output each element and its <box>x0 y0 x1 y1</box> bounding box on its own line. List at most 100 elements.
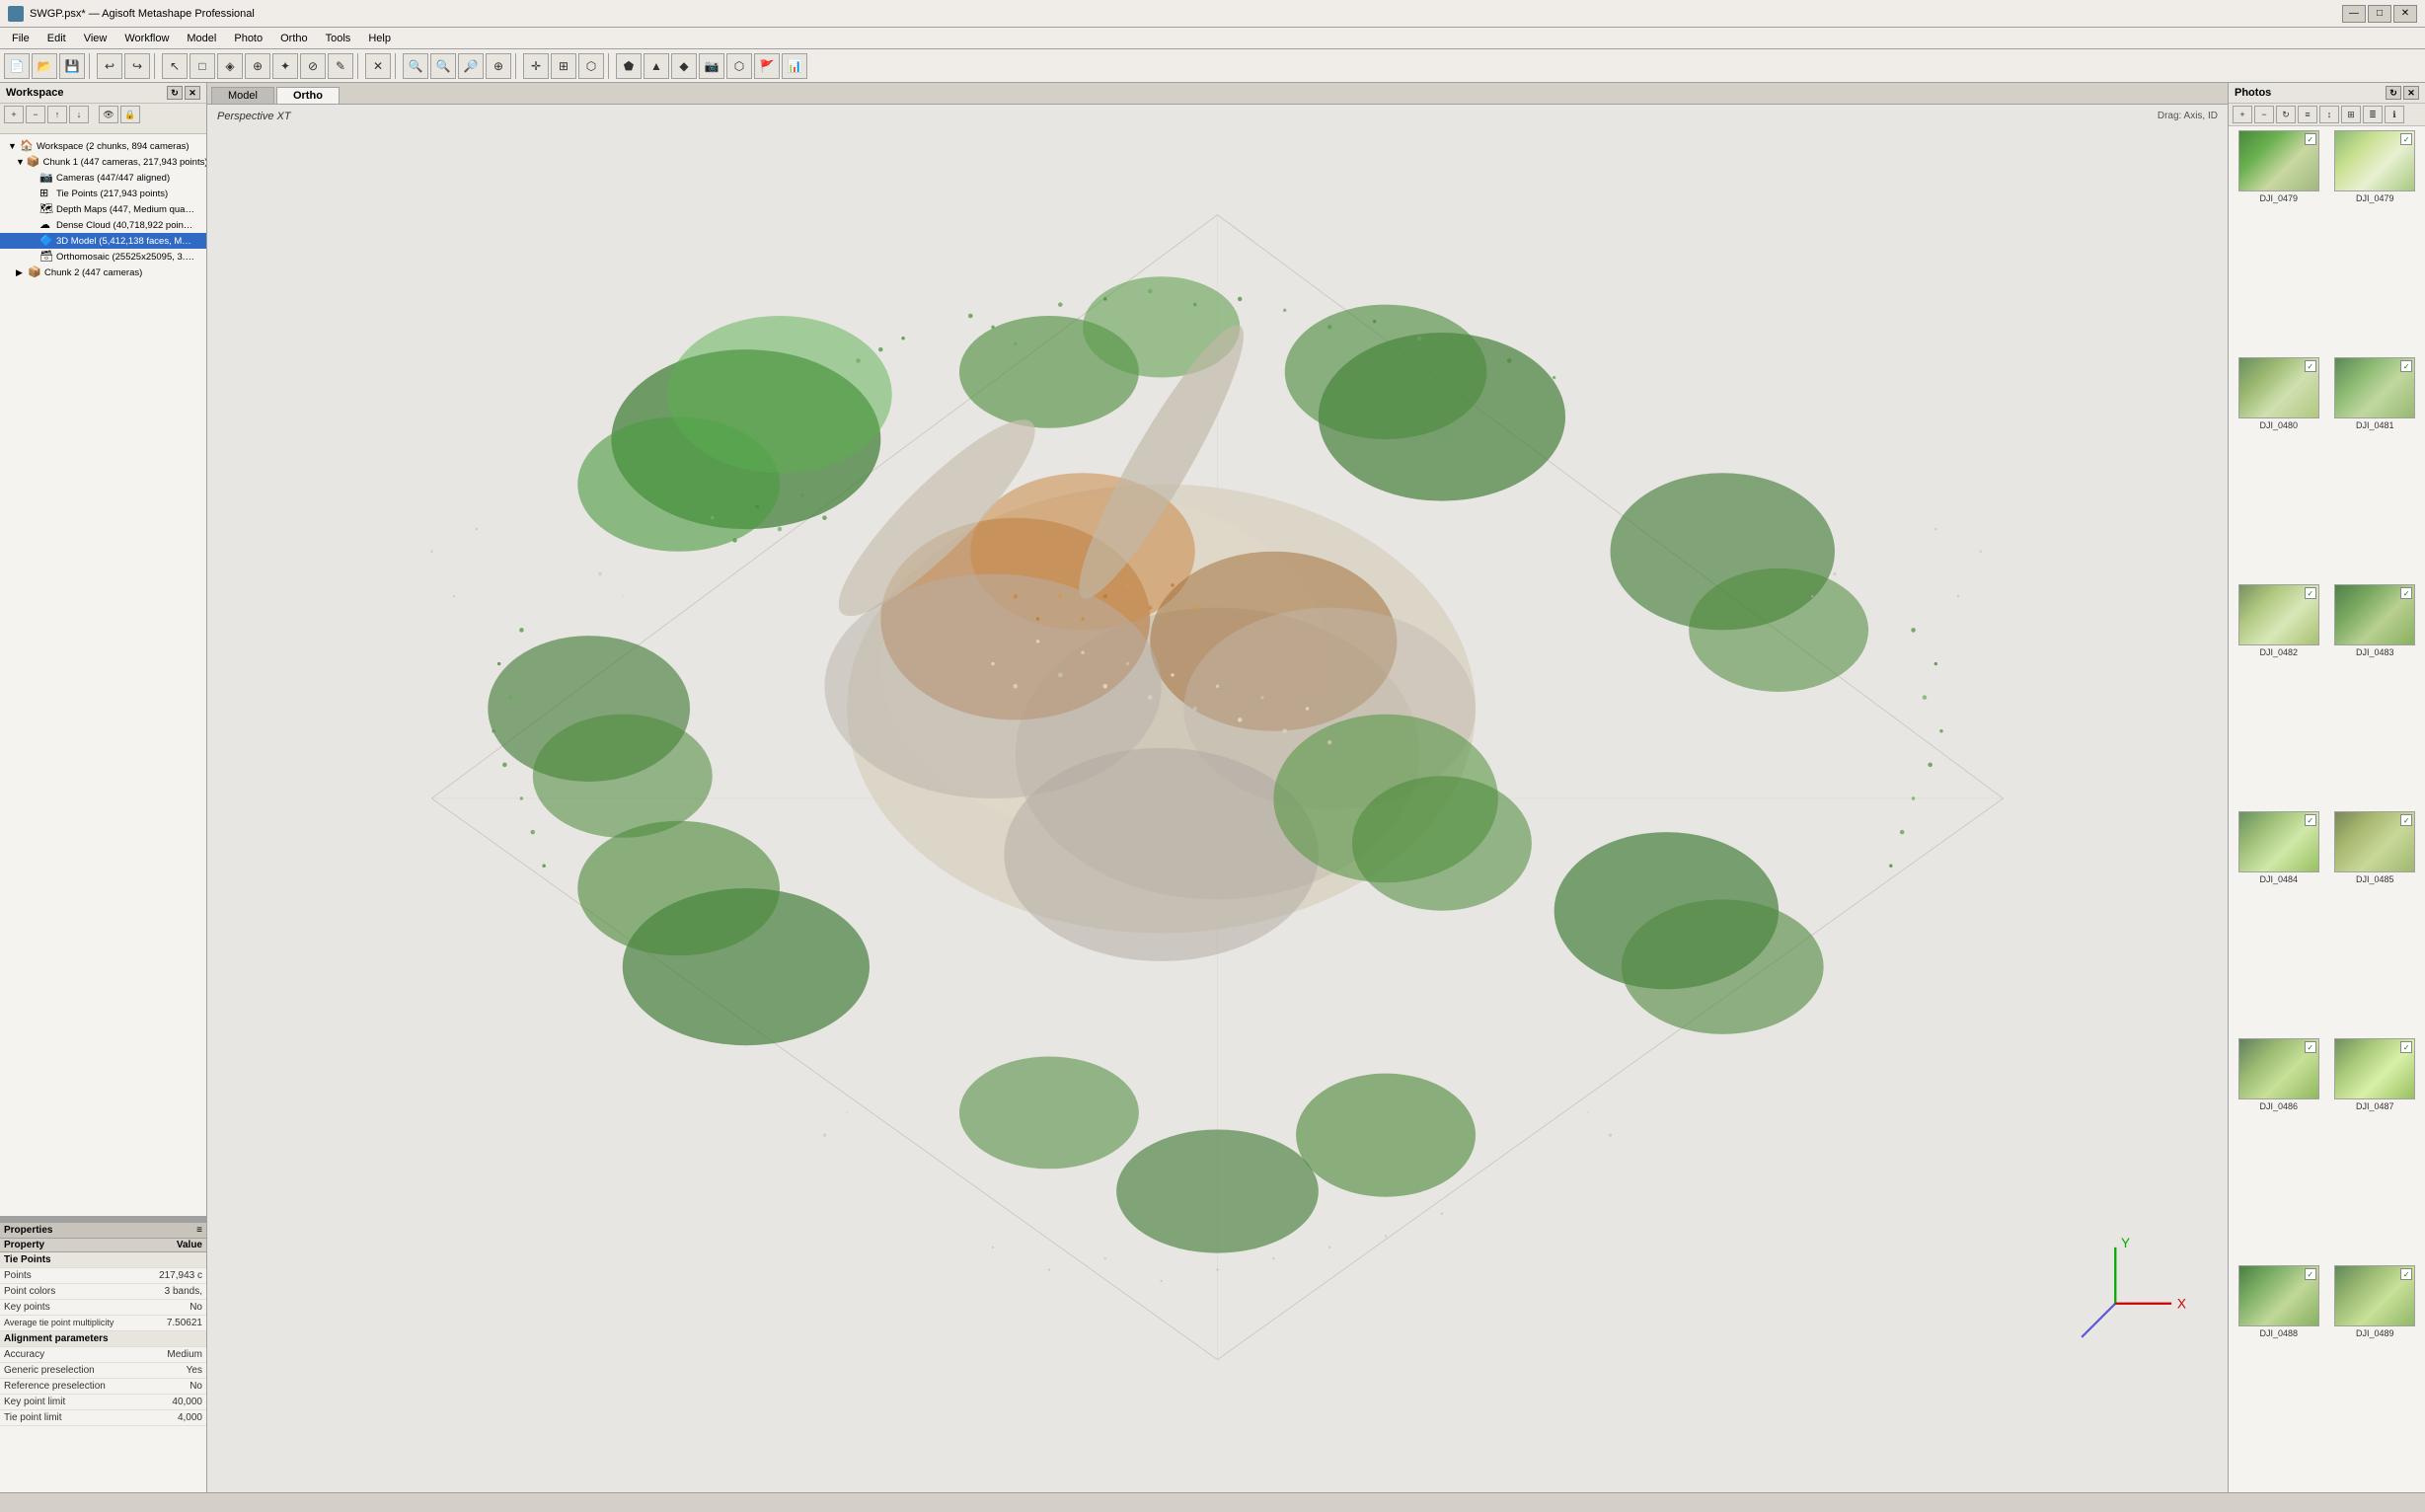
photo-item-0481[interactable]: ✓ DJI_0481 <box>2329 357 2422 580</box>
photos-sort[interactable]: ↕ <box>2319 106 2339 123</box>
menu-item-ortho[interactable]: Ortho <box>272 31 316 46</box>
toolbar-btn-8[interactable]: □ <box>189 53 215 79</box>
photo-item-0489[interactable]: ✓ DJI_0489 <box>2329 1265 2422 1488</box>
photo-check-0484: ✓ <box>2305 814 2316 826</box>
tree-ortho[interactable]: 🗃 Orthomosaic (25525x25095, 3.27 cm... <box>0 249 206 265</box>
toolbar-btn-4[interactable]: ↩ <box>97 53 122 79</box>
toolbar-btn-7[interactable]: ↖ <box>162 53 188 79</box>
tiepoints-icon: ⊞ <box>39 187 53 200</box>
close-button[interactable]: ✕ <box>2393 5 2417 23</box>
tree-arrow: ▼ <box>8 141 18 151</box>
app-icon <box>8 6 24 22</box>
photo-item-0480[interactable]: ✓ DJI_0480 <box>2233 357 2325 580</box>
toolbar-btn-30[interactable]: ⬡ <box>726 53 752 79</box>
ws-lock-btn[interactable]: 🔒 <box>120 106 140 123</box>
photo-item-0488[interactable]: ✓ DJI_0488 <box>2233 1265 2325 1488</box>
toolbar-btn-24[interactable]: ⬡ <box>578 53 604 79</box>
photo-item-0479b[interactable]: ✓ DJI_0479 <box>2329 130 2422 353</box>
tree-tiepoints[interactable]: ⊞ Tie Points (217,943 points) <box>0 186 206 201</box>
toolbar-btn-5[interactable]: ↪ <box>124 53 150 79</box>
toolbar-btn-12[interactable]: ⊘ <box>300 53 326 79</box>
photo-label-0488: DJI_0488 <box>2259 1328 2298 1338</box>
ws-add-btn[interactable]: + <box>4 106 24 123</box>
tree-workspace[interactable]: ▼ 🏠 Workspace (2 chunks, 894 cameras) <box>0 138 206 154</box>
tab-model[interactable]: Model <box>211 87 274 104</box>
photo-thumb-0489: ✓ <box>2334 1265 2415 1326</box>
photo-check-0488: ✓ <box>2305 1268 2316 1280</box>
toolbar-btn-10[interactable]: ⊕ <box>245 53 270 79</box>
toolbar-btn-27[interactable]: ▲ <box>644 53 669 79</box>
photo-item-0484[interactable]: ✓ DJI_0484 <box>2233 811 2325 1034</box>
maximize-button[interactable]: □ <box>2368 5 2391 23</box>
toolbar-btn-18[interactable]: 🔍 <box>430 53 456 79</box>
tree-cameras[interactable]: 📷 Cameras (447/447 aligned) <box>0 170 206 186</box>
ortho-arrow <box>28 252 38 262</box>
toolbar-btn-32[interactable]: 📊 <box>782 53 807 79</box>
toolbar-btn-1[interactable]: 📂 <box>32 53 57 79</box>
toolbar-btn-9[interactable]: ◈ <box>217 53 243 79</box>
svg-text:X: X <box>2177 1296 2186 1311</box>
toolbar-btn-0[interactable]: 📄 <box>4 53 30 79</box>
model-label: 3D Model (5,412,138 faces, Medium... <box>56 236 194 247</box>
menu-item-tools[interactable]: Tools <box>318 31 359 46</box>
photos-info[interactable]: ℹ <box>2385 106 2404 123</box>
menu-item-workflow[interactable]: Workflow <box>116 31 177 46</box>
tab-ortho[interactable]: Ortho <box>276 87 340 104</box>
workspace-close-btn[interactable]: ✕ <box>185 86 200 100</box>
ws-up-btn[interactable]: ↑ <box>47 106 67 123</box>
menu-item-help[interactable]: Help <box>360 31 399 46</box>
depthmaps-icon: 🗺 <box>39 202 53 216</box>
toolbar-btn-19[interactable]: 🔎 <box>458 53 484 79</box>
photos-filter[interactable]: ≡ <box>2298 106 2317 123</box>
photo-item-0479a[interactable]: ✓ DJI_0479 <box>2233 130 2325 353</box>
toolbar-btn-29[interactable]: 📷 <box>699 53 724 79</box>
toolbar-btn-17[interactable]: 🔍 <box>403 53 428 79</box>
photo-check-0481: ✓ <box>2400 360 2412 372</box>
tree-depthmaps[interactable]: 🗺 Depth Maps (447, Medium quality, fi... <box>0 201 206 217</box>
toolbar-btn-28[interactable]: ◆ <box>671 53 697 79</box>
photo-thumb-0487: ✓ <box>2334 1038 2415 1099</box>
photos-zoom-in[interactable]: + <box>2233 106 2252 123</box>
photos-zoom-out[interactable]: − <box>2254 106 2274 123</box>
photo-item-0487[interactable]: ✓ DJI_0487 <box>2329 1038 2422 1261</box>
prop-generic: Generic preselection Yes <box>0 1363 206 1379</box>
toolbar-btn-13[interactable]: ✎ <box>328 53 353 79</box>
ws-view-btn[interactable]: 👁 <box>99 106 118 123</box>
photo-item-0483[interactable]: ✓ DJI_0483 <box>2329 584 2422 807</box>
tree-chunk1[interactable]: ▼ 📦 Chunk 1 (447 cameras, 217,943 points… <box>0 154 206 170</box>
photos-close-btn[interactable]: ✕ <box>2403 86 2419 100</box>
toolbar-btn-2[interactable]: 💾 <box>59 53 85 79</box>
photos-refresh-btn[interactable]: ↻ <box>2386 86 2401 100</box>
ws-remove-btn[interactable]: − <box>26 106 45 123</box>
prop-pointcolors: Point colors 3 bands, <box>0 1284 206 1300</box>
minimize-button[interactable]: — <box>2342 5 2366 23</box>
toolbar-btn-26[interactable]: ⬟ <box>616 53 642 79</box>
toolbar-btn-31[interactable]: 🚩 <box>754 53 780 79</box>
workspace-refresh-btn[interactable]: ↻ <box>167 86 183 100</box>
photos-rotate[interactable]: ↻ <box>2276 106 2296 123</box>
toolbar-btn-15[interactable]: ✕ <box>365 53 391 79</box>
photo-thumb-0481: ✓ <box>2334 357 2415 418</box>
toolbar-btn-11[interactable]: ✦ <box>272 53 298 79</box>
photo-item-0482[interactable]: ✓ DJI_0482 <box>2233 584 2325 807</box>
tree-3dmodel[interactable]: 🔷 3D Model (5,412,138 faces, Medium... <box>0 233 206 249</box>
photos-grid-view[interactable]: ⊞ <box>2341 106 2361 123</box>
toolbar-btn-23[interactable]: ⊞ <box>551 53 576 79</box>
toolbar-btn-20[interactable]: ⊕ <box>486 53 511 79</box>
menu-item-view[interactable]: View <box>76 31 115 46</box>
tree-densecloud[interactable]: ☁ Dense Cloud (40,718,922 points, Me... <box>0 217 206 233</box>
viewport[interactable]: Perspective XT Drag: Axis, ID <box>207 105 2228 1492</box>
photo-check-0486: ✓ <box>2305 1041 2316 1053</box>
menu-item-model[interactable]: Model <box>179 31 224 46</box>
photos-list-view[interactable]: ≣ <box>2363 106 2383 123</box>
menu-item-photo[interactable]: Photo <box>226 31 270 46</box>
ws-down-btn[interactable]: ↓ <box>69 106 89 123</box>
photo-item-0485[interactable]: ✓ DJI_0485 <box>2329 811 2422 1034</box>
menu-item-edit[interactable]: Edit <box>39 31 74 46</box>
photo-item-0486[interactable]: ✓ DJI_0486 <box>2233 1038 2325 1261</box>
toolbar-btn-22[interactable]: ✛ <box>523 53 549 79</box>
menu-item-file[interactable]: File <box>4 31 38 46</box>
tiepoints-label: Tie Points (217,943 points) <box>56 189 168 199</box>
chunk1-label: Chunk 1 (447 cameras, 217,943 points) <box>43 157 206 168</box>
tree-chunk2[interactable]: ▶ 📦 Chunk 2 (447 cameras) <box>0 265 206 280</box>
